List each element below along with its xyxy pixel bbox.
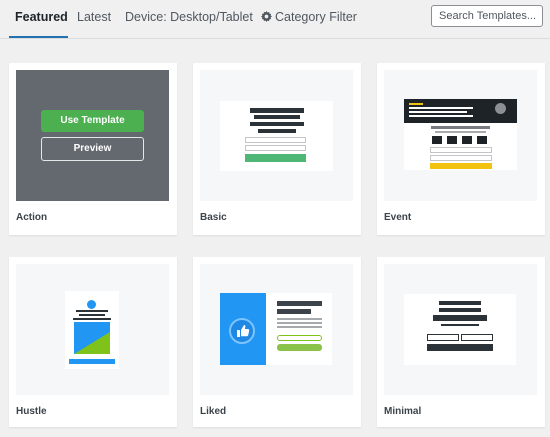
template-name: Action <box>16 212 48 223</box>
template-thumbnail <box>384 264 537 395</box>
template-card-hustle[interactable]: Hustle <box>9 257 177 427</box>
tab-latest[interactable]: Latest <box>77 10 111 24</box>
template-filter-tabs: Featured Latest Device: Desktop/Tablet C… <box>0 0 550 39</box>
template-thumbnail: Use Template Preview <box>16 70 169 201</box>
hover-overlay: Use Template Preview <box>16 70 169 201</box>
active-tab-indicator <box>9 36 68 38</box>
template-thumbnail <box>200 264 353 395</box>
template-thumbnail <box>384 70 537 201</box>
template-thumbnail <box>16 264 169 395</box>
preview-form <box>220 101 333 171</box>
hustle-image <box>74 322 110 354</box>
template-name: Basic <box>200 212 227 223</box>
search-templates-input[interactable] <box>431 5 543 27</box>
template-name: Liked <box>200 406 227 417</box>
gear-icon <box>261 11 272 22</box>
template-card-event[interactable]: Event <box>377 63 545 235</box>
preview-form <box>404 99 517 170</box>
template-thumbnail <box>200 70 353 201</box>
template-name: Minimal <box>384 406 422 417</box>
template-card-basic[interactable]: Basic <box>193 63 361 235</box>
template-card-minimal[interactable]: Minimal <box>377 257 545 427</box>
template-name: Event <box>384 212 412 223</box>
preview-form <box>65 291 119 369</box>
preview-form <box>404 294 516 365</box>
template-name: Hustle <box>16 406 47 417</box>
use-template-button[interactable]: Use Template <box>41 110 144 132</box>
preview-form <box>220 293 332 365</box>
template-card-liked[interactable]: Liked <box>193 257 361 427</box>
template-card-action[interactable]: Use Template Preview Action <box>9 63 177 235</box>
preview-button[interactable]: Preview <box>41 137 144 161</box>
thumbs-up-icon <box>229 318 255 344</box>
category-filter-label: Category Filter <box>275 10 357 24</box>
tab-category-filter[interactable]: Category Filter <box>261 10 357 24</box>
tab-featured[interactable]: Featured <box>15 10 68 24</box>
tab-device-filter[interactable]: Device: Desktop/Tablet <box>125 10 253 24</box>
